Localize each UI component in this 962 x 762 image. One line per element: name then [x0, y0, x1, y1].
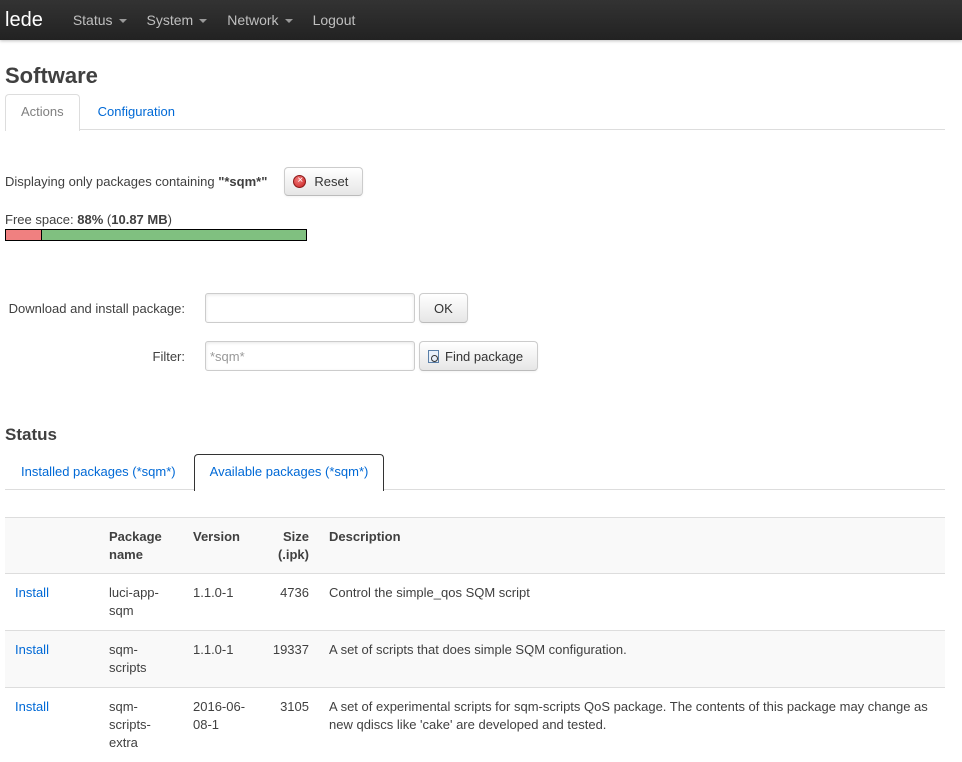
filter-info-text: Displaying only packages containing "*sq… — [5, 174, 267, 189]
free-space-size: 10.87 MB — [111, 212, 167, 227]
tab-installed-packages[interactable]: Installed packages (*sqm*) — [5, 454, 192, 489]
ok-button[interactable]: OK — [419, 293, 468, 323]
used-space-fill — [6, 230, 42, 240]
download-package-input[interactable] — [205, 293, 415, 323]
nav-status-label: Status — [73, 0, 113, 40]
brand-logo[interactable]: lede — [0, 0, 63, 40]
package-size: 4736 — [257, 574, 319, 631]
filter-row: Filter: Find package — [5, 340, 945, 372]
install-link[interactable]: Install — [15, 642, 49, 657]
package-version: 1.1.0-1 — [183, 631, 257, 688]
table-row: Install sqm-scripts 1.1.0-1 19337 A set … — [5, 631, 945, 688]
cancel-icon — [293, 175, 306, 188]
free-space-close: ) — [168, 212, 172, 227]
caret-down-icon — [199, 19, 207, 23]
find-package-label: Find package — [445, 349, 523, 364]
package-name: sqm-scripts-extra — [99, 688, 183, 762]
install-link[interactable]: Install — [15, 699, 49, 714]
nav-network[interactable]: Network — [217, 0, 302, 40]
page-tabs: Actions Configuration — [5, 94, 945, 130]
package-version: 1.1.0-1 — [183, 574, 257, 631]
tab-configuration[interactable]: Configuration — [82, 94, 191, 129]
filter-label: Filter: — [5, 349, 185, 364]
download-label: Download and install package: — [5, 301, 185, 316]
nav-network-label: Network — [227, 0, 278, 40]
package-size: 19337 — [257, 631, 319, 688]
filter-prefix: Displaying only packages containing — [5, 174, 218, 189]
free-space-fill — [42, 230, 306, 240]
tab-available-packages[interactable]: Available packages (*sqm*) — [194, 454, 385, 491]
col-description: Description — [319, 518, 945, 574]
package-description: Control the simple_qos SQM script — [319, 574, 945, 631]
free-space-percent: 88% — [77, 212, 103, 227]
col-package-name: Package name — [99, 518, 183, 574]
filter-info: Displaying only packages containing "*sq… — [5, 167, 945, 195]
package-version: 2016-06-08-1 — [183, 688, 257, 762]
find-icon — [428, 350, 439, 363]
table-header-row: Package name Version Size (.ipk) Descrip… — [5, 518, 945, 574]
install-link[interactable]: Install — [15, 585, 49, 600]
table-row: Install sqm-scripts-extra 2016-06-08-1 3… — [5, 688, 945, 762]
install-form: Download and install package: OK Filter:… — [5, 292, 945, 372]
packages-table: Package name Version Size (.ipk) Descrip… — [5, 517, 945, 762]
status-tabs: Installed packages (*sqm*) Available pac… — [5, 454, 945, 490]
reset-label: Reset — [314, 174, 348, 189]
status-title: Status — [5, 425, 945, 445]
reset-button[interactable]: Reset — [284, 167, 363, 196]
package-size: 3105 — [257, 688, 319, 762]
download-row: Download and install package: OK — [5, 292, 945, 324]
table-row: Install luci-app-sqm 1.1.0-1 4736 Contro… — [5, 574, 945, 631]
nav-logout-label: Logout — [313, 0, 356, 40]
nav-system-label: System — [147, 0, 194, 40]
package-name: sqm-scripts — [99, 631, 183, 688]
free-space: Free space: 88% (10.87 MB) — [5, 212, 945, 241]
package-name: luci-app-sqm — [99, 574, 183, 631]
free-space-bar — [5, 229, 307, 241]
package-description: A set of experimental scripts for sqm-sc… — [319, 688, 945, 762]
main-content: Software Actions Configuration Displayin… — [0, 62, 962, 762]
filter-input[interactable] — [205, 341, 415, 371]
caret-down-icon — [285, 19, 293, 23]
nav-system[interactable]: System — [137, 0, 218, 40]
top-navbar: lede Status System Network Logout — [0, 0, 962, 40]
col-size: Size (.ipk) — [257, 518, 319, 574]
tab-actions[interactable]: Actions — [5, 94, 80, 131]
package-description: A set of scripts that does simple SQM co… — [319, 631, 945, 688]
free-space-label: Free space: — [5, 212, 77, 227]
nav-logout[interactable]: Logout — [303, 0, 366, 40]
col-action — [5, 518, 99, 574]
page-title: Software — [5, 62, 945, 90]
col-version: Version — [183, 518, 257, 574]
find-package-button[interactable]: Find package — [419, 341, 538, 371]
caret-down-icon — [119, 19, 127, 23]
nav-status[interactable]: Status — [63, 0, 137, 40]
filter-term: "*sqm*" — [218, 174, 267, 189]
status-section: Status Installed packages (*sqm*) Availa… — [5, 425, 945, 762]
